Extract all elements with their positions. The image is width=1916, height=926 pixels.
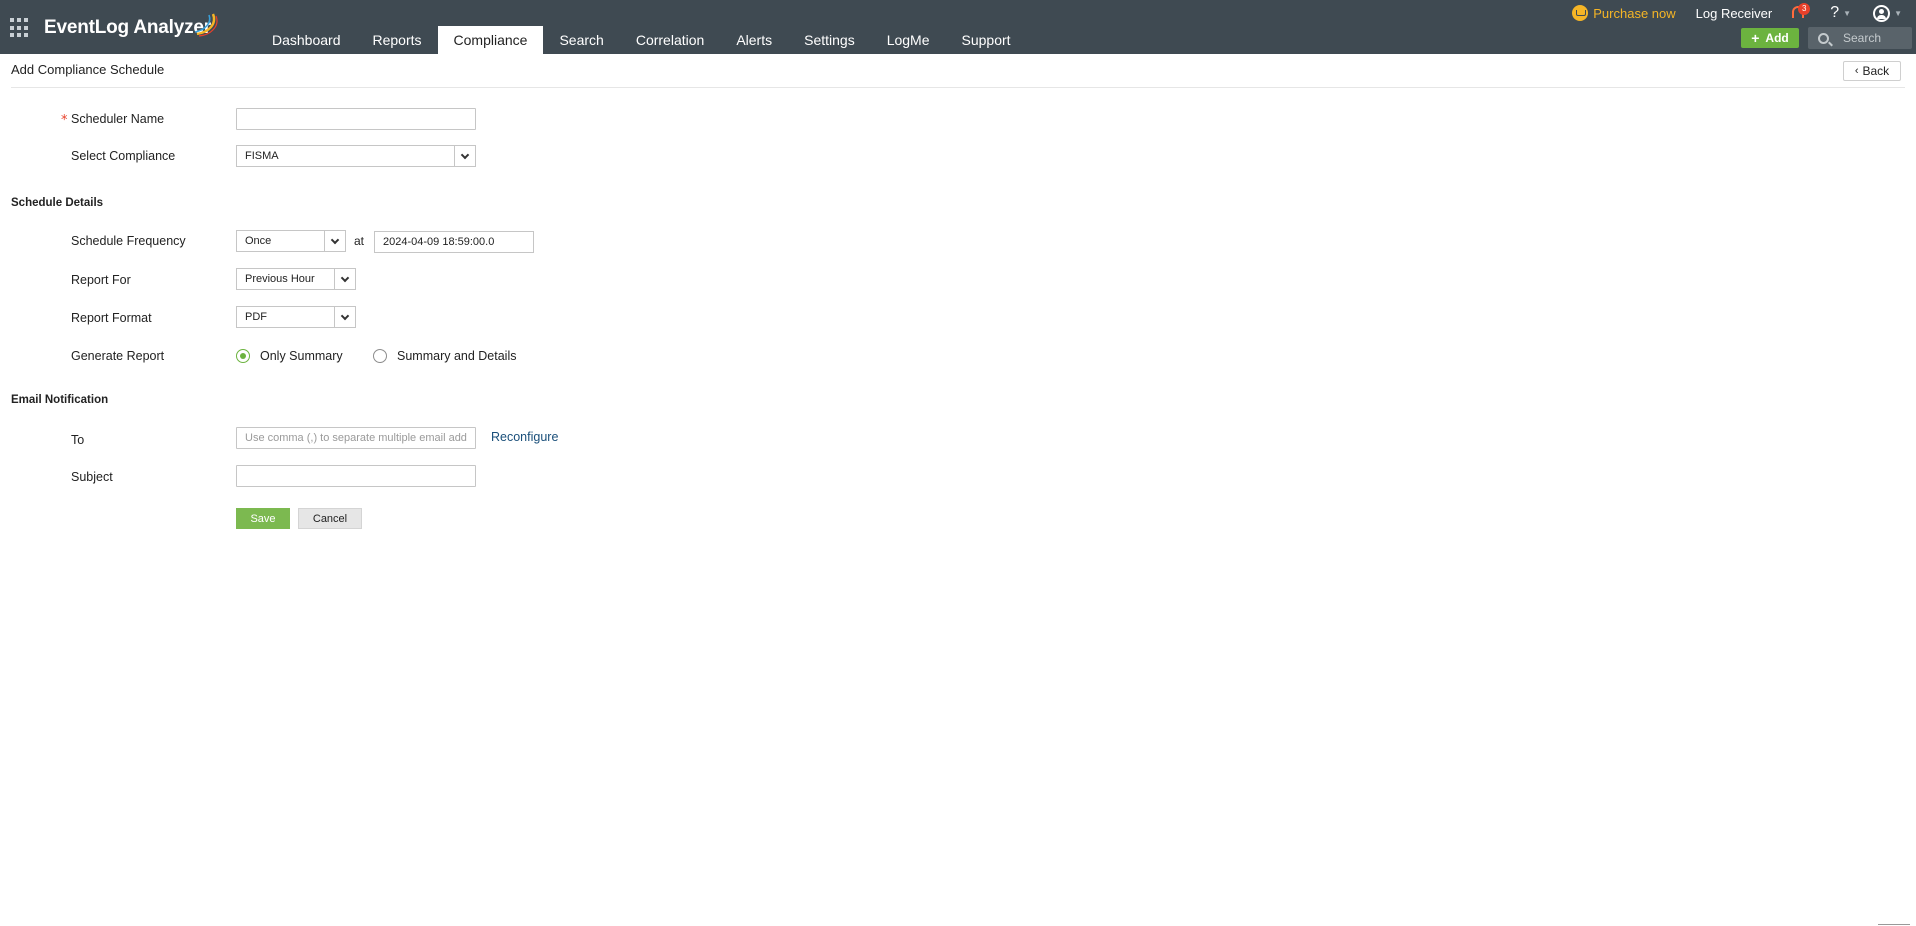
chevron-down-icon <box>340 311 350 320</box>
chevron-left-icon: ‹ <box>1854 65 1859 77</box>
dropdown-arrow <box>324 231 345 251</box>
report-format-dropdown[interactable]: PDF <box>236 306 356 328</box>
plus-icon: + <box>1751 30 1760 46</box>
report-format-label: Report Format <box>71 311 152 325</box>
scheduler-name-label: Scheduler Name <box>71 112 165 126</box>
app-logo[interactable]: EventLog Analyzer <box>44 12 218 44</box>
purchase-now-link[interactable]: Purchase now <box>1572 5 1676 21</box>
corner-divider <box>1878 924 1910 925</box>
subject-input[interactable] <box>236 465 476 487</box>
back-button-label: Back <box>1862 64 1890 78</box>
email-notification-title: Email Notification <box>11 394 109 406</box>
radio-summary-and-details[interactable]: Summary and Details <box>373 349 517 363</box>
report-format-value: PDF <box>245 311 267 323</box>
tab-correlation[interactable]: Correlation <box>620 26 720 54</box>
notifications-button[interactable]: 3 <box>1790 3 1811 23</box>
user-menu[interactable]: ▼ <box>1873 4 1902 22</box>
chevron-down-icon <box>460 150 470 159</box>
tab-settings[interactable]: Settings <box>788 26 871 54</box>
subject-label: Subject <box>71 470 113 484</box>
report-for-label: Report For <box>71 273 131 287</box>
report-for-dropdown[interactable]: Previous Hour <box>236 268 356 290</box>
dropdown-arrow <box>334 269 355 289</box>
dropdown-arrow <box>334 307 355 327</box>
radio-only-summary-label: Only Summary <box>260 349 343 363</box>
header-divider <box>11 87 1905 88</box>
log-receiver-link[interactable]: Log Receiver <box>1696 6 1773 21</box>
help-icon: ? <box>1830 4 1840 21</box>
help-menu[interactable]: ? ▼ <box>1830 4 1851 22</box>
tab-dashboard[interactable]: Dashboard <box>256 26 357 54</box>
tab-reports[interactable]: Reports <box>357 26 438 54</box>
page-title: Add Compliance Schedule <box>11 62 165 77</box>
top-bar: EventLog Analyzer Dashboard Reports Compli… <box>0 0 1916 54</box>
report-for-value: Previous Hour <box>245 273 315 285</box>
radio-button-unselected <box>373 349 387 363</box>
save-button[interactable]: Save <box>236 508 290 529</box>
add-button-label: Add <box>1765 31 1789 45</box>
tab-support[interactable]: Support <box>946 26 1027 54</box>
schedule-datetime-value: 2024-04-09 18:59:00.0 <box>383 236 495 248</box>
tab-alerts[interactable]: Alerts <box>720 26 788 54</box>
select-compliance-value: FISMA <box>245 150 279 162</box>
purchase-now-label: Purchase now <box>1593 5 1676 21</box>
radio-summary-and-details-label: Summary and Details <box>397 349 517 363</box>
search-placeholder: Search <box>1843 31 1882 45</box>
to-email-input[interactable] <box>236 427 476 449</box>
schedule-frequency-dropdown[interactable]: Once <box>236 230 346 252</box>
radio-only-summary[interactable]: Only Summary <box>236 349 343 363</box>
tab-compliance[interactable]: Compliance <box>437 26 544 54</box>
schedule-details-title: Schedule Details <box>11 197 104 209</box>
logo-swoosh-icon <box>194 13 218 37</box>
main-nav: Dashboard Reports Compliance Search Correlat… <box>256 26 1027 54</box>
user-avatar-icon <box>1873 4 1891 22</box>
reconfigure-link[interactable]: Reconfigure <box>491 430 558 444</box>
dropdown-arrow <box>454 146 475 166</box>
apps-grid-icon[interactable] <box>10 18 30 38</box>
search-icon <box>1818 32 1829 44</box>
notification-badge: 3 <box>1798 3 1811 15</box>
chevron-down-icon: ▼ <box>1894 8 1902 18</box>
chevron-down-icon: ▼ <box>1843 8 1852 18</box>
select-compliance-dropdown[interactable]: FISMA <box>236 145 476 167</box>
scheduler-name-input[interactable] <box>236 108 476 130</box>
app-name: EventLog Analyzer <box>44 17 211 38</box>
schedule-datetime-input[interactable]: 2024-04-09 18:59:00.0 <box>374 231 534 253</box>
select-compliance-label: Select Compliance <box>71 149 176 163</box>
tab-search[interactable]: Search <box>543 26 619 54</box>
cart-icon <box>1572 5 1589 21</box>
radio-button-selected <box>236 349 250 363</box>
generate-report-label: Generate Report <box>71 349 165 363</box>
chevron-down-icon <box>330 235 340 244</box>
back-button[interactable]: ‹ Back <box>1843 61 1901 81</box>
required-marker: * <box>61 113 68 128</box>
top-right-toolbar: Purchase now Log Receiver 3 ? ▼ ▼ <box>1572 2 1916 24</box>
chevron-down-icon <box>340 273 350 282</box>
at-label: at <box>354 234 365 248</box>
add-button[interactable]: + Add <box>1741 28 1799 48</box>
schedule-frequency-label: Schedule Frequency <box>71 234 186 248</box>
global-search[interactable]: Search <box>1808 27 1912 49</box>
cancel-button[interactable]: Cancel <box>298 508 362 529</box>
schedule-frequency-value: Once <box>245 235 272 247</box>
tab-logme[interactable]: LogMe <box>871 26 946 54</box>
to-label: To <box>71 433 85 447</box>
